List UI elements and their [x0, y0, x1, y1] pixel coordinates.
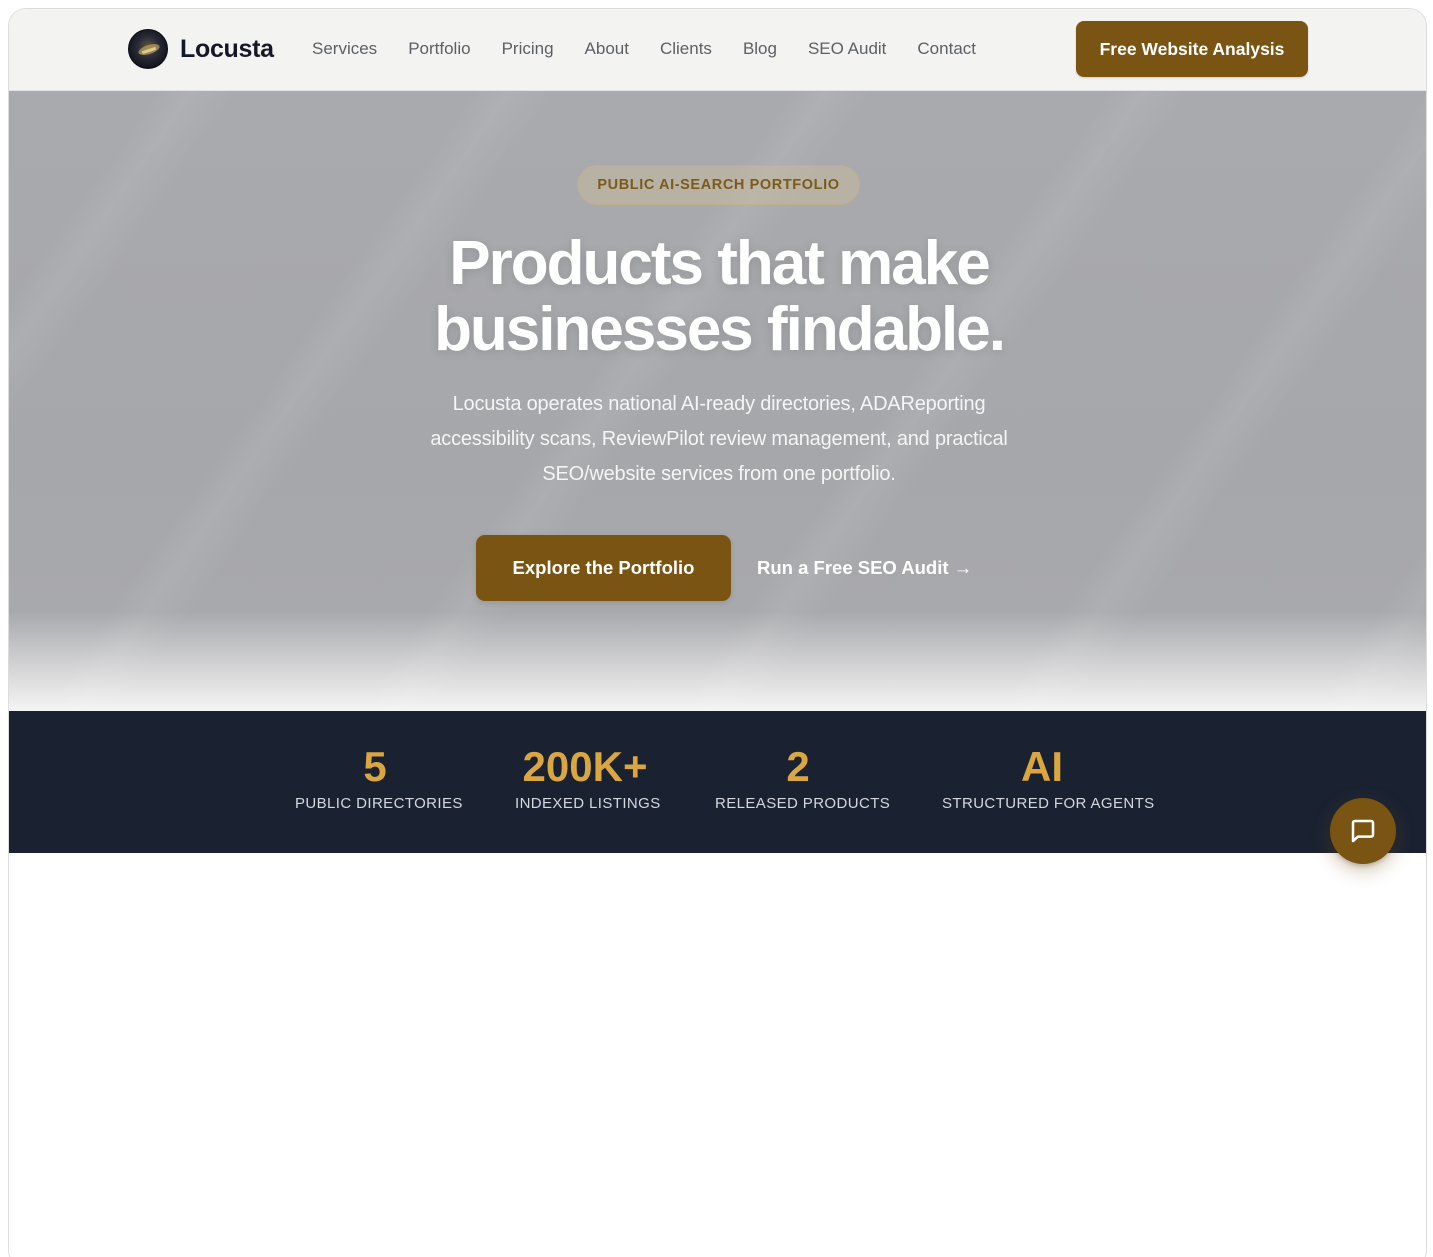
- stat-value: AI: [1021, 743, 1063, 790]
- nav-link-services[interactable]: Services: [312, 39, 377, 59]
- browser-page: Locusta Services Portfolio Pricing About…: [8, 8, 1427, 1257]
- stat-label: INDEXED LISTINGS: [515, 795, 661, 812]
- stat-value: 5: [363, 743, 387, 790]
- locust-logo-icon: [128, 29, 168, 69]
- nav-link-about[interactable]: About: [585, 39, 629, 59]
- nav-links: Services Portfolio Pricing About Clients…: [312, 39, 1007, 59]
- stat-released-products: 2 RELEASED PRODUCTS: [715, 743, 891, 812]
- brand-name: Locusta: [180, 34, 274, 63]
- stat-label: STRUCTURED FOR AGENTS: [942, 795, 1155, 812]
- brand-home-link[interactable]: Locusta: [128, 29, 274, 69]
- hero-title-line-2: businesses findable.: [434, 295, 1006, 364]
- stat-public-directories: 5 PUBLIC DIRECTORIES: [295, 743, 463, 812]
- hero-badge: PUBLIC AI-SEARCH PORTFOLIO: [577, 165, 860, 205]
- nav-link-seo-audit[interactable]: SEO Audit: [808, 39, 886, 59]
- free-website-analysis-button[interactable]: Free Website Analysis: [1076, 21, 1308, 77]
- stat-structured-for-agents: AI STRUCTURED FOR AGENTS: [942, 743, 1155, 812]
- hero-subtitle: Locusta operates national AI-ready direc…: [430, 393, 1008, 485]
- stats-band: 5 PUBLIC DIRECTORIES 200K+ INDEXED LISTI…: [9, 711, 1426, 853]
- stat-label: RELEASED PRODUCTS: [715, 795, 891, 812]
- chat-bubble-icon: [1351, 819, 1375, 843]
- free-seo-audit-link[interactable]: Run a Free SEO Audit →: [757, 557, 972, 579]
- stat-indexed-listings: 200K+ INDEXED LISTINGS: [515, 743, 661, 812]
- top-navigation: Locusta Services Portfolio Pricing About…: [9, 9, 1426, 91]
- nav-link-pricing[interactable]: Pricing: [502, 39, 554, 59]
- hero-title-line-1: Products that make: [449, 229, 990, 298]
- stat-value: 200K+: [522, 743, 648, 790]
- chat-widget-button[interactable]: [1330, 798, 1396, 864]
- nav-link-portfolio[interactable]: Portfolio: [408, 39, 470, 59]
- nav-link-blog[interactable]: Blog: [743, 39, 777, 59]
- stat-value: 2: [786, 743, 810, 790]
- stat-label: PUBLIC DIRECTORIES: [295, 795, 463, 812]
- nav-link-clients[interactable]: Clients: [660, 39, 712, 59]
- hero-title: Products that make businesses findable.: [309, 231, 1129, 363]
- hero-section: PUBLIC AI-SEARCH PORTFOLIO Products that…: [9, 91, 1426, 711]
- nav-link-contact[interactable]: Contact: [917, 39, 976, 59]
- explore-portfolio-button[interactable]: Explore the Portfolio: [476, 535, 731, 601]
- content-area: [9, 853, 1426, 1257]
